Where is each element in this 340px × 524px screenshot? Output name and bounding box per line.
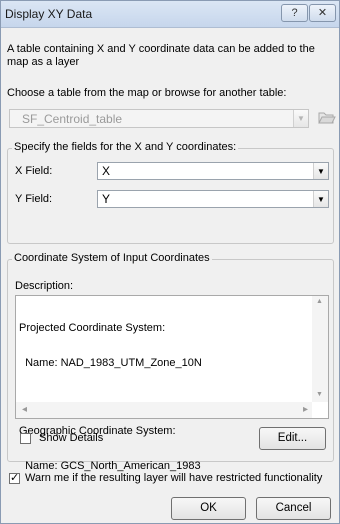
scroll-up-icon[interactable]: ▲ — [316, 298, 323, 305]
close-icon: ✕ — [317, 7, 328, 19]
description-line: Name: NAD_1983_UTM_Zone_10N — [19, 356, 202, 369]
chevron-down-icon: ▼ — [313, 163, 328, 179]
folder-icon — [318, 112, 336, 124]
show-details-checkbox[interactable] — [20, 433, 31, 444]
description-textbox[interactable]: Projected Coordinate System: Name: NAD_1… — [15, 295, 329, 471]
description-label: Description: — [15, 280, 74, 292]
browse-folder-button[interactable] — [316, 107, 336, 127]
description-line: Name: GCS_North_American_1983 — [19, 459, 201, 472]
chevron-down-icon: ▼ — [313, 191, 328, 207]
title-bar: Display XY Data ? ✕ — [1, 1, 339, 28]
chevron-down-icon: ▼ — [293, 110, 308, 127]
coordinate-system-legend: Coordinate System of Input Coordinates — [12, 252, 212, 264]
x-field-select[interactable]: X ▼ — [97, 162, 329, 180]
help-button[interactable]: ? — [281, 4, 308, 22]
x-field-label: X Field: — [15, 165, 53, 177]
horizontal-scrollbar[interactable]: ◂ ▸ — [16, 402, 312, 418]
description-text: Projected Coordinate System: Name: NAD_1… — [19, 300, 309, 495]
y-field-value: Y — [102, 192, 111, 206]
warn-label: Warn me if the resulting layer will have… — [25, 472, 323, 484]
intro-text: A table containing X and Y coordinate da… — [7, 43, 315, 68]
y-field-select[interactable]: Y ▼ — [97, 190, 329, 208]
scroll-left-icon[interactable]: ◂ — [22, 404, 27, 415]
help-icon: ? — [291, 7, 298, 19]
scroll-right-icon[interactable]: ▸ — [303, 404, 308, 415]
choose-table-label: Choose a table from the map or browse fo… — [7, 87, 287, 99]
x-field-value: X — [102, 164, 111, 178]
vertical-scrollbar[interactable]: ▲ ▼ — [312, 296, 328, 402]
description-line: Projected Coordinate System: — [19, 322, 166, 334]
edit-button[interactable]: Edit... — [259, 427, 326, 450]
xy-fields-legend: Specify the fields for the X and Y coord… — [12, 141, 239, 153]
scroll-down-icon[interactable]: ▼ — [316, 391, 323, 398]
warn-checkbox[interactable]: ✓ — [9, 473, 20, 484]
table-combo-value: SF_Centroid_table — [22, 112, 123, 126]
checkmark-icon: ✓ — [10, 472, 20, 484]
cancel-button[interactable]: Cancel — [256, 497, 331, 520]
y-field-label: Y Field: — [15, 193, 53, 205]
show-details-label: Show Details — [39, 432, 104, 444]
window-title: Display XY Data — [5, 7, 93, 21]
close-button[interactable]: ✕ — [309, 4, 336, 22]
table-combo[interactable]: SF_Centroid_table ▼ — [9, 109, 309, 128]
display-xy-data-dialog: Display XY Data ? ✕ A table containing X… — [0, 0, 340, 524]
ok-button[interactable]: OK — [171, 497, 246, 520]
